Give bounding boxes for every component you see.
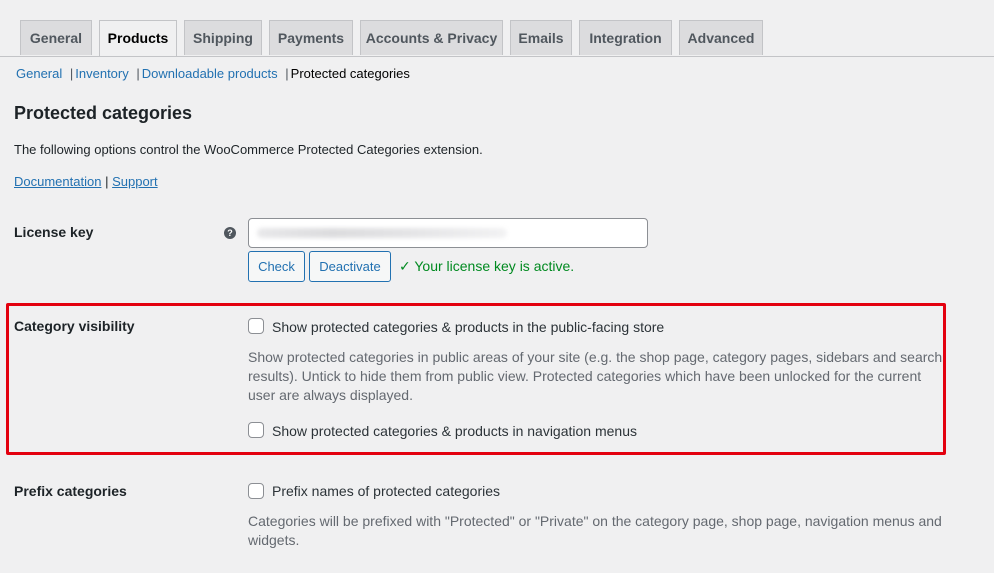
subnav-downloadable-products[interactable]: Downloadable products xyxy=(142,66,278,81)
subnav-separator: | xyxy=(69,66,74,81)
tab-products[interactable]: Products xyxy=(99,20,177,56)
description-line: Categories will be prefixed with "Protec… xyxy=(248,513,942,529)
subnav-current-protected-categories: Protected categories xyxy=(290,66,410,81)
subnav-separator: | xyxy=(136,66,140,81)
description-line: user are always displayed. xyxy=(248,387,413,403)
intro-text: The following options control the WooCom… xyxy=(14,142,483,157)
check-button[interactable]: Check xyxy=(248,251,305,282)
subnav-general[interactable]: General xyxy=(16,66,62,81)
prefix-categories-label: Prefix categories xyxy=(14,483,127,499)
help-links: Documentation | Support xyxy=(14,174,158,189)
prefix-names-label[interactable]: Prefix names of protected categories xyxy=(272,483,500,499)
description-line: results). Untick to hide them from publi… xyxy=(248,368,922,384)
link-separator: | xyxy=(105,174,109,189)
prefix-description: Categories will be prefixed with "Protec… xyxy=(248,512,942,550)
tab-general[interactable]: General xyxy=(20,20,92,55)
subnav-separator: | xyxy=(285,66,289,81)
prefix-names-checkbox[interactable] xyxy=(248,483,264,499)
tab-advanced[interactable]: Advanced xyxy=(679,20,763,55)
subnav-inventory[interactable]: Inventory xyxy=(75,66,128,81)
tab-payments[interactable]: Payments xyxy=(269,20,353,55)
tab-accounts-privacy[interactable]: Accounts & Privacy xyxy=(360,20,503,55)
category-visibility-label: Category visibility xyxy=(14,318,135,334)
support-link[interactable]: Support xyxy=(112,174,158,189)
section-subnav: General | Inventory | Downloadable product… xyxy=(16,66,410,81)
question-circle-icon[interactable]: ? xyxy=(224,227,236,239)
blurred-license-value xyxy=(257,228,507,238)
documentation-link[interactable]: Documentation xyxy=(14,174,101,189)
license-status-message: ✓ Your license key is active. xyxy=(399,258,575,274)
license-key-input[interactable] xyxy=(248,218,648,248)
description-line: widgets. xyxy=(248,532,300,548)
category-visibility-description: Show protected categories in public area… xyxy=(248,348,942,405)
tab-emails[interactable]: Emails xyxy=(510,20,572,55)
license-key-label: License key xyxy=(14,224,94,240)
show-public-store-checkbox[interactable] xyxy=(248,318,264,334)
show-public-store-label[interactable]: Show protected categories & products in … xyxy=(272,319,664,335)
description-line: Show protected categories in public area… xyxy=(248,349,943,365)
tab-integration[interactable]: Integration xyxy=(579,20,672,55)
show-nav-menus-checkbox[interactable] xyxy=(248,422,264,438)
page-title: Protected categories xyxy=(14,103,193,123)
settings-tab-bar: General Products Shipping Payments Accou… xyxy=(0,0,994,57)
tab-shipping[interactable]: Shipping xyxy=(184,20,262,55)
show-nav-menus-label[interactable]: Show protected categories & products in … xyxy=(272,423,637,439)
deactivate-button[interactable]: Deactivate xyxy=(309,251,391,282)
